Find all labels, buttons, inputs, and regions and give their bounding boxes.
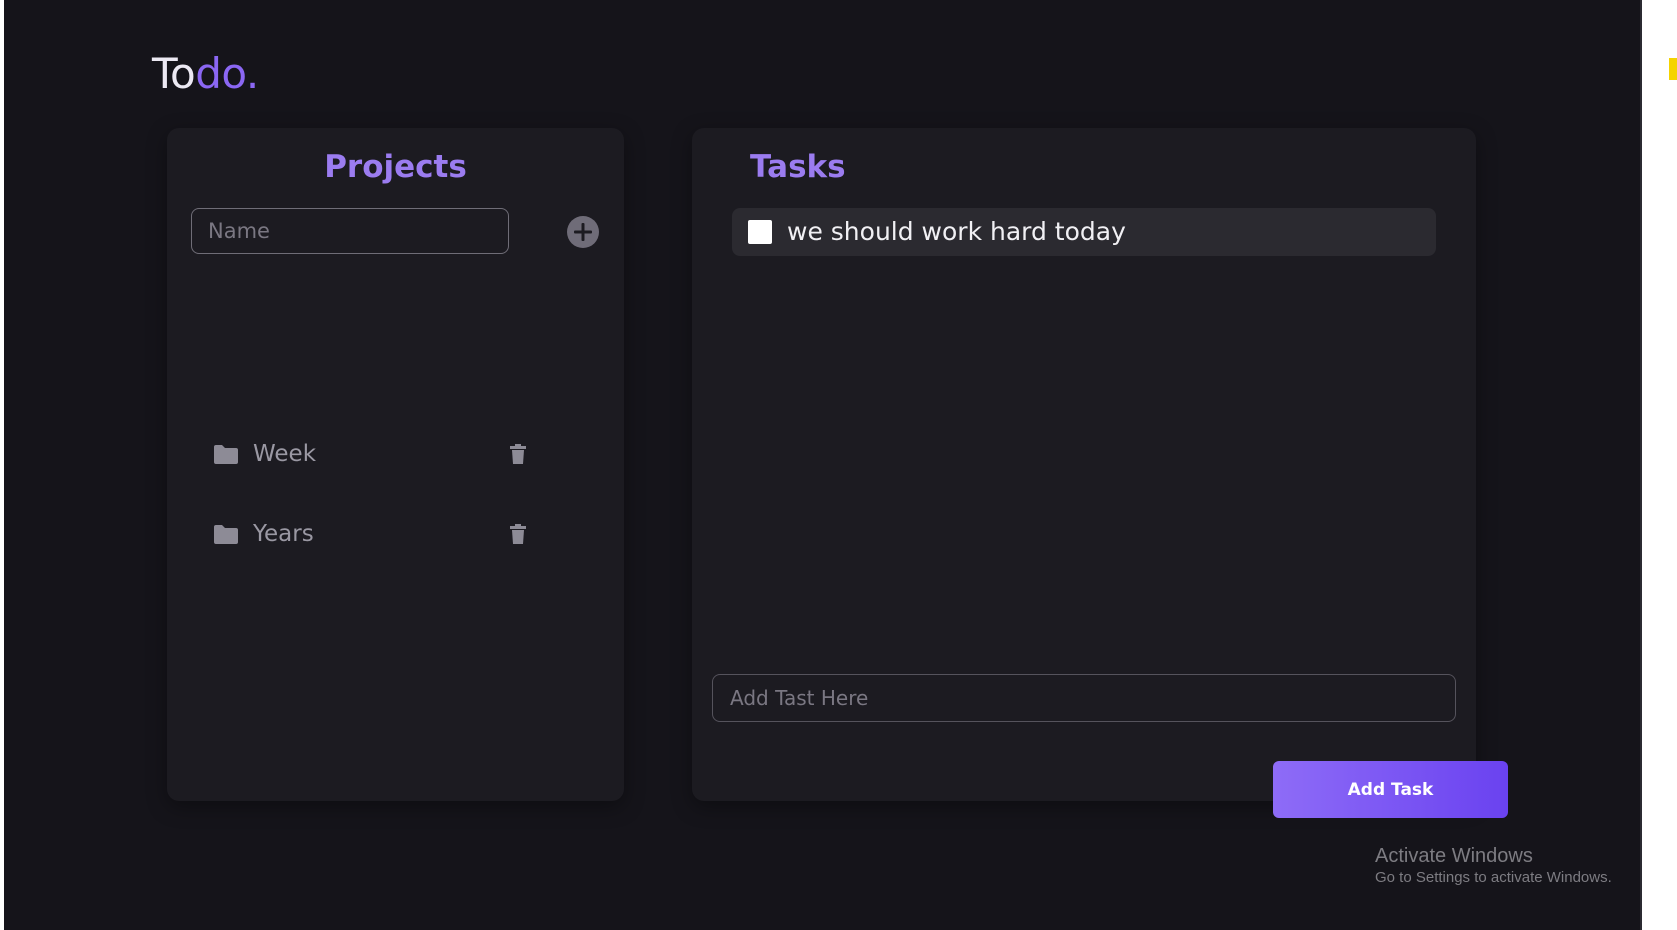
project-name-input[interactable] — [191, 208, 509, 254]
task-checkbox[interactable] — [748, 220, 772, 244]
folder-icon — [214, 525, 238, 544]
project-label: Week — [253, 441, 317, 467]
activate-windows-title: Activate Windows — [1375, 845, 1533, 867]
app-logo: Todo. — [152, 44, 259, 104]
logo-part-accent: do. — [195, 49, 259, 98]
activate-windows-subtitle: Go to Settings to activate Windows. — [1375, 869, 1612, 886]
plus-circle-icon — [574, 223, 592, 241]
project-item-years[interactable]: Years — [213, 515, 533, 555]
add-project-button[interactable] — [567, 216, 599, 248]
trash-icon[interactable] — [509, 523, 527, 545]
project-item-week[interactable]: Week — [213, 435, 533, 475]
edge-marker — [1669, 58, 1677, 80]
add-task-input[interactable] — [712, 674, 1456, 722]
project-label: Years — [253, 521, 314, 547]
task-item[interactable]: we should work hard today — [732, 208, 1436, 256]
tasks-panel: Tasks we should work hard today — [692, 128, 1476, 801]
folder-icon — [214, 445, 238, 464]
tasks-title: Tasks — [750, 149, 846, 185]
logo-part-light: To — [152, 49, 196, 98]
projects-panel: Projects Week Years — [167, 128, 624, 801]
app-viewport: Todo. Projects Week Year — [4, 0, 1642, 930]
add-task-button[interactable]: Add Task — [1273, 761, 1508, 818]
task-text: we should work hard today — [787, 217, 1126, 246]
trash-icon[interactable] — [509, 443, 527, 465]
projects-title: Projects — [324, 149, 467, 185]
